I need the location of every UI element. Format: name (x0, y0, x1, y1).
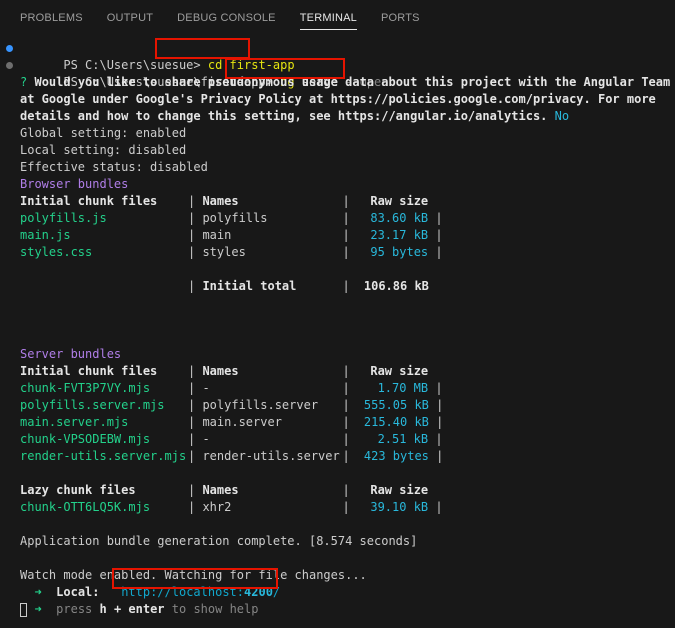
chunk-size: 23.17 kB (370, 228, 429, 242)
highlight-box-ng-serve (225, 58, 345, 79)
tab-terminal[interactable]: TERMINAL (299, 0, 358, 36)
tab-problems[interactable]: PROBLEMS (20, 0, 83, 36)
question-line-3: details and how to change this setting, … (0, 108, 675, 125)
terminal-panel: PROBLEMS OUTPUT DEBUG CONSOLE TERMINAL P… (0, 0, 675, 628)
command-running-dot-icon[interactable] (6, 62, 13, 69)
header-files: Initial chunk files (20, 364, 158, 378)
table-row: render-utils.server.mjs | render-utils.se… (20, 449, 444, 463)
table-row: main.js | main | 23.17 kB | (20, 228, 443, 242)
chunk-size: 215.40 kB (363, 415, 429, 429)
header-names: Names (202, 483, 239, 497)
chunk-file: polyfills.js (20, 211, 107, 225)
chunk-name: styles (202, 245, 246, 259)
table-row: chunk-FVT3P7VY.mjs | - | 1.70 MB | (20, 381, 443, 395)
chunk-name: - (202, 432, 210, 446)
header-names: Names (202, 194, 239, 208)
table-row: main.server.mjs | main.server | 215.40 kB … (20, 415, 444, 429)
header-files: Initial chunk files (20, 194, 158, 208)
command-success-dot-icon[interactable] (6, 45, 13, 52)
chunk-name: main.server (202, 415, 282, 429)
help-text: press (56, 602, 93, 616)
table-row: styles.css | styles | 95 bytes | (20, 245, 443, 259)
arrow-right-icon: ➜ (34, 585, 42, 599)
chunk-name: polyfills.server (202, 398, 319, 412)
tab-ports[interactable]: PORTS (381, 0, 420, 36)
chunk-name: render-utils.server (202, 449, 340, 463)
chunk-file: chunk-FVT3P7VY.mjs (20, 381, 151, 395)
local-label: Local: (56, 585, 100, 599)
chunk-name: main (202, 228, 232, 242)
initial-total-label: Initial total (202, 279, 297, 293)
initial-total-row: | Initial total | 106.86 kB (188, 279, 429, 293)
question-answer: No (554, 109, 570, 123)
chunk-file: chunk-VPSODEBW.mjs (20, 432, 151, 446)
tab-output[interactable]: OUTPUT (107, 0, 153, 36)
command-line-1: PS C:\Users\suesue> cd first-app (0, 40, 675, 72)
lazy-header-row: Lazy chunk files | Names | Raw size (20, 483, 429, 497)
settings-effective: Effective status: disabled (20, 160, 208, 174)
browser-bundles-title: Browser bundles (20, 177, 129, 191)
chunk-file: main.server.mjs (20, 415, 129, 429)
header-names: Names (202, 364, 239, 378)
tab-debug-console[interactable]: DEBUG CONSOLE (177, 0, 276, 36)
question-line-2: at Google under Google's Privacy Policy … (0, 91, 675, 108)
local-url-line: ➜ Local: http://localhost:4200/ (0, 584, 675, 601)
table-row: polyfills.server.mjs | polyfills.server | … (20, 398, 444, 412)
highlight-box-local-url (112, 568, 278, 589)
question-text: details and how to change this setting, … (20, 109, 548, 123)
help-text: to show help (171, 602, 259, 616)
bundle-complete-line: Application bundle generation complete. … (20, 534, 418, 548)
table-row: chunk-OTT6LQ5K.mjs | xhr2 | 39.10 kB | (20, 500, 443, 514)
settings-local: Local setting: disabled (20, 143, 187, 157)
highlight-box-cd-command (155, 38, 250, 59)
chunk-size: 95 bytes (370, 245, 429, 259)
chunk-name: polyfills (202, 211, 268, 225)
help-key: h + enter (99, 602, 165, 616)
help-line: ➜ press h + enter to show help (0, 601, 675, 618)
chunk-file: styles.css (20, 245, 93, 259)
chunk-file: main.js (20, 228, 71, 242)
chunk-size: 2.51 kB (377, 432, 429, 446)
question-text: Would you like to share pseudonymous usa… (34, 75, 671, 89)
table-row: polyfills.js | polyfills | 83.60 kB | (20, 211, 443, 225)
chunk-size: 423 bytes (363, 449, 429, 463)
chunk-size: 555.05 kB (363, 398, 429, 412)
chunk-size: 39.10 kB (370, 500, 429, 514)
chunk-file: polyfills.server.mjs (20, 398, 165, 412)
header-files: Lazy chunk files (20, 483, 136, 497)
chunk-size: 83.60 kB (370, 211, 429, 225)
initial-total-value: 106.86 kB (363, 279, 429, 293)
terminal-cursor (20, 603, 27, 617)
server-bundles-title: Server bundles (20, 347, 122, 361)
terminal-output[interactable]: PS C:\Users\suesue> cd first-app PS C:\U… (0, 40, 675, 618)
chunk-name: - (202, 381, 210, 395)
header-raw-size: Raw size (370, 194, 429, 208)
browser-header-row: Initial chunk files | Names | Raw size (20, 194, 429, 208)
panel-tabs: PROBLEMS OUTPUT DEBUG CONSOLE TERMINAL P… (0, 0, 675, 36)
header-raw-size: Raw size (370, 483, 429, 497)
table-row: chunk-VPSODEBW.mjs | - | 2.51 kB | (20, 432, 443, 446)
settings-global: Global setting: enabled (20, 126, 187, 140)
chunk-file: render-utils.server.mjs (20, 449, 187, 463)
header-raw-size: Raw size (370, 364, 429, 378)
watch-mode-line: Watch mode enabled. Watching for file ch… (20, 568, 367, 582)
chunk-name: xhr2 (202, 500, 232, 514)
server-header-row: Initial chunk files | Names | Raw size (20, 364, 429, 378)
chunk-file: chunk-OTT6LQ5K.mjs (20, 500, 151, 514)
chunk-size: 1.70 MB (377, 381, 429, 395)
arrow-right-icon: ➜ (34, 602, 42, 616)
question-text: at Google under Google's Privacy Policy … (20, 92, 656, 106)
